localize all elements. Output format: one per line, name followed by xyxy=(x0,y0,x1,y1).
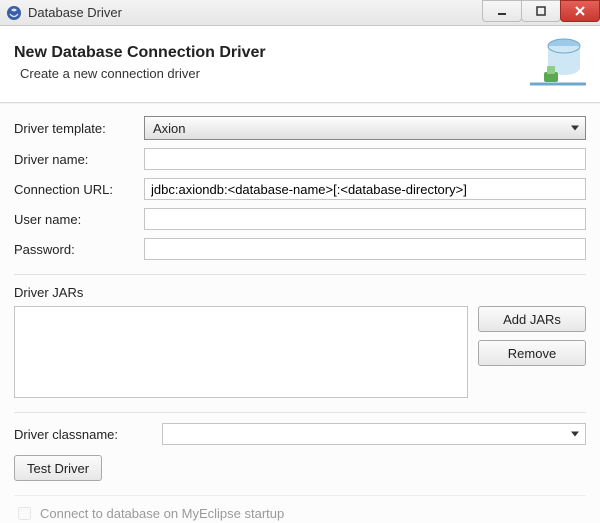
row-driver-name: Driver name: xyxy=(14,148,586,170)
form-area: Driver template: Axion Driver name: Conn… xyxy=(0,103,600,523)
window-title: Database Driver xyxy=(28,5,122,20)
label-connection-url: Connection URL: xyxy=(14,182,144,197)
user-name-input[interactable] xyxy=(144,208,586,230)
label-password: Password: xyxy=(14,242,144,257)
driver-classname-select[interactable] xyxy=(162,423,586,445)
chevron-down-icon xyxy=(571,126,579,131)
row-connection-url: Connection URL: xyxy=(14,178,586,200)
password-input[interactable] xyxy=(144,238,586,260)
window-buttons xyxy=(483,0,600,25)
chevron-down-icon xyxy=(571,432,579,437)
label-user-name: User name: xyxy=(14,212,144,227)
test-driver-button[interactable]: Test Driver xyxy=(14,455,102,481)
titlebar: Database Driver xyxy=(0,0,600,26)
row-password: Password: xyxy=(14,238,586,260)
row-driver-template: Driver template: Axion xyxy=(14,116,586,140)
connection-url-input[interactable] xyxy=(144,178,586,200)
row-user-name: User name: xyxy=(14,208,586,230)
label-connect-startup: Connect to database on MyEclipse startup xyxy=(40,506,284,521)
driver-template-value: Axion xyxy=(153,121,186,136)
add-jars-button[interactable]: Add JARs xyxy=(478,306,586,332)
row-driver-classname: Driver classname: xyxy=(14,423,586,445)
maximize-button[interactable] xyxy=(521,0,561,22)
header-text: New Database Connection Driver Create a … xyxy=(14,44,266,81)
label-driver-template: Driver template: xyxy=(14,121,144,136)
divider xyxy=(14,412,586,413)
driver-name-input[interactable] xyxy=(144,148,586,170)
remove-button[interactable]: Remove xyxy=(478,340,586,366)
test-row: Test Driver xyxy=(14,455,586,481)
page-subtitle: Create a new connection driver xyxy=(20,66,266,81)
header-panel: New Database Connection Driver Create a … xyxy=(0,26,600,103)
driver-jars-list[interactable] xyxy=(14,306,468,398)
label-driver-classname: Driver classname: xyxy=(14,427,162,442)
app-icon xyxy=(6,5,22,21)
page-title: New Database Connection Driver xyxy=(14,44,266,62)
connect-startup-checkbox[interactable] xyxy=(18,507,31,520)
divider xyxy=(14,274,586,275)
minimize-button[interactable] xyxy=(482,0,522,22)
jars-row: Add JARs Remove xyxy=(14,306,586,398)
database-driver-icon xyxy=(530,36,586,88)
label-driver-name: Driver name: xyxy=(14,152,144,167)
titlebar-left: Database Driver xyxy=(6,5,122,21)
jars-buttons: Add JARs Remove xyxy=(478,306,586,398)
close-button[interactable] xyxy=(560,0,600,22)
row-connect-startup: Connect to database on MyEclipse startup xyxy=(14,495,586,523)
driver-template-select[interactable]: Axion xyxy=(144,116,586,140)
label-driver-jars: Driver JARs xyxy=(14,285,586,300)
